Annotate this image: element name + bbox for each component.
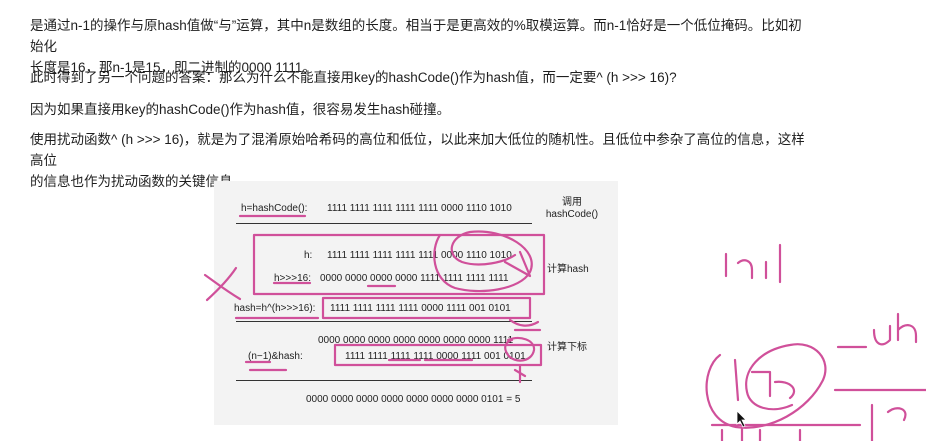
handwritten-1 bbox=[724, 252, 754, 280]
document-page: 是通过n-1的操作与原hash值做“与”运算，其中n是数组的长度。相当于是更高效… bbox=[0, 0, 926, 441]
handwritten-loop-inner bbox=[733, 358, 796, 402]
handwritten-ticks bbox=[720, 426, 802, 441]
handwritten-3 bbox=[836, 312, 918, 349]
row56-note: 计算下标 bbox=[547, 342, 587, 353]
row6-label: (n−1)&hash: bbox=[248, 351, 303, 362]
paragraph-4-line-1: 使用扰动函数^ (h >>> 16)，就是为了混淆原始哈希码的高位和低位，以此来… bbox=[30, 132, 805, 168]
handwritten-2 bbox=[764, 243, 782, 284]
paragraph-3: 因为如果直接用key的hashCode()作为hash值，很容易发生hash碰撞… bbox=[30, 102, 451, 117]
row4-divider bbox=[236, 321, 532, 322]
row23-note: 计算hash bbox=[547, 264, 589, 275]
row4-label: hash=h^(h>>>16): bbox=[234, 303, 316, 314]
row2-label: h: bbox=[304, 250, 313, 261]
hash-diagram-figure: h=hashCode(): 1111 1111 1111 1111 1111 0… bbox=[214, 181, 618, 425]
row1-note: 调用 hashCode() bbox=[542, 197, 602, 221]
result-line: 0000 0000 0000 0000 0000 0000 0000 0101 … bbox=[306, 394, 521, 405]
row1-note-line-2: hashCode() bbox=[545, 209, 599, 220]
row1-divider bbox=[236, 223, 532, 224]
row3-bits: 0000 0000 0000 0000 1111 1111 1111 1111 bbox=[320, 273, 509, 284]
row1-note-line-1: 调用 bbox=[562, 197, 582, 208]
row1-label: h=hashCode(): bbox=[241, 203, 308, 214]
row4-bits: 1111 1111 1111 1111 0000 1111 001 0101 bbox=[330, 303, 511, 314]
handwritten-4 bbox=[870, 403, 907, 441]
row2-bits: 1111 1111 1111 1111 1111 0000 1110 1010 bbox=[327, 250, 512, 261]
mouse-cursor bbox=[736, 410, 747, 428]
paragraph-2: 此时得到了另一个问题的答案：那么为什么不能直接用key的hashCode()作为… bbox=[30, 70, 677, 85]
row5-bits: 0000 0000 0000 0000 0000 0000 0000 1111 bbox=[318, 335, 514, 346]
row1-bits: 1111 1111 1111 1111 1111 0000 1110 1010 bbox=[327, 203, 512, 214]
row3-label: h>>>16: bbox=[274, 273, 311, 284]
row6-bits: 1111 1111 1111 1111 0000 1111 001 0101 bbox=[345, 351, 526, 362]
paragraph-1-line-1: 是通过n-1的操作与原hash值做“与”运算，其中n是数组的长度。相当于是更高效… bbox=[30, 18, 802, 54]
handwritten-loop bbox=[705, 343, 827, 429]
row6-divider bbox=[236, 380, 532, 381]
